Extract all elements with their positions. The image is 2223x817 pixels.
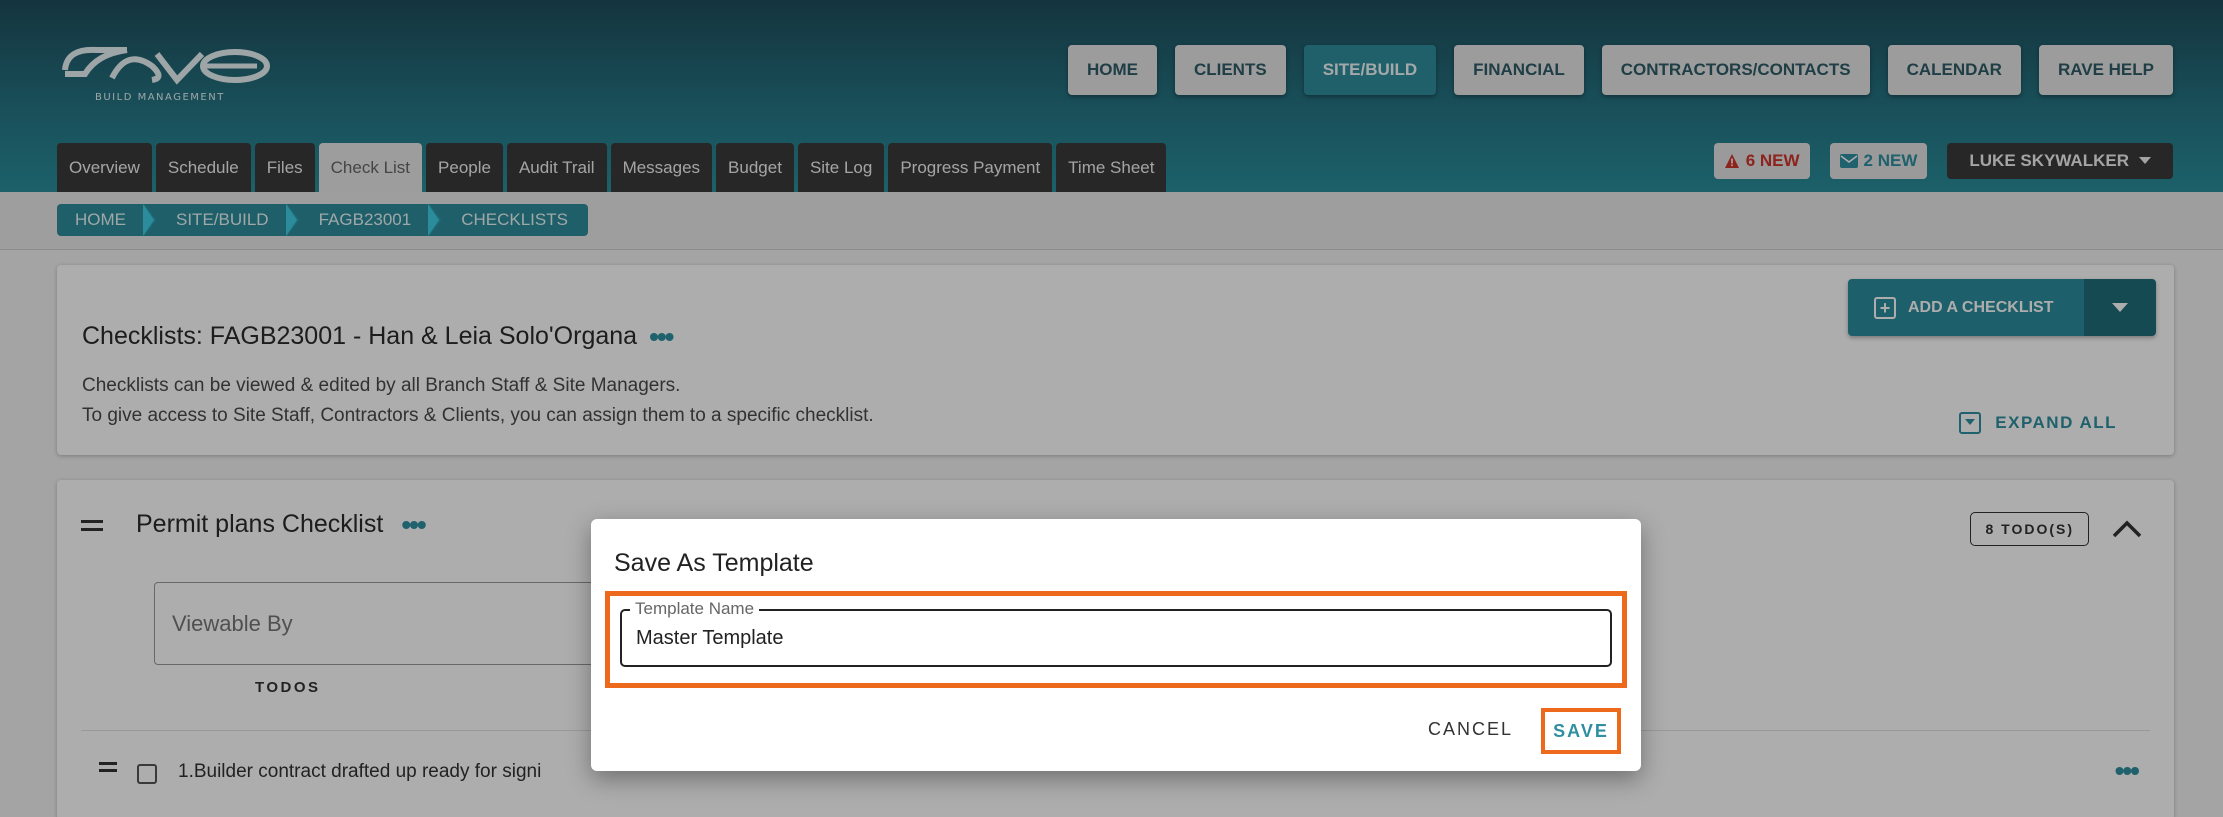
cancel-button[interactable]: CANCEL (1428, 719, 1513, 740)
dialog-title: Save As Template (614, 549, 814, 577)
save-as-template-dialog: Save As Template Template Name CANCEL SA… (591, 519, 1641, 771)
save-button-highlight: SAVE (1541, 708, 1621, 754)
template-name-field[interactable]: Template Name (620, 599, 1612, 667)
save-button[interactable]: SAVE (1553, 721, 1609, 742)
template-name-input[interactable] (636, 627, 1576, 650)
template-name-label: Template Name (630, 599, 760, 619)
field-highlight: Template Name (605, 591, 1627, 688)
